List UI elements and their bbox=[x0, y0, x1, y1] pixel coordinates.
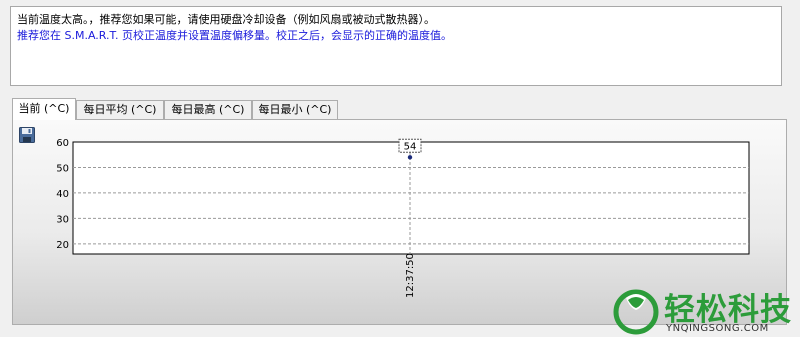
watermark-url: YNQINGSONG.COM bbox=[666, 323, 769, 334]
tab-daily-max[interactable]: 每日最高 (^C) bbox=[164, 100, 252, 119]
y-tick-label: 50 bbox=[56, 163, 69, 174]
leaf-logo-icon bbox=[613, 289, 659, 335]
tab-daily-average[interactable]: 每日平均 (^C) bbox=[76, 100, 164, 119]
watermark-logo: 轻松科技 YNQINGSONG.COM bbox=[612, 288, 800, 337]
x-tick-label: 12:37:50 bbox=[405, 253, 416, 298]
warning-message-box: 当前温度太高。，推荐您如果可能，请使用硬盘冷却设备（例如风扇或被动式散热器）。 … bbox=[10, 6, 782, 86]
y-tick-label: 40 bbox=[56, 189, 69, 200]
warning-line-calibration: 推荐您在 S.M.A.R.T. 页校正温度并设置温度偏移量。校正之后，会显示的正… bbox=[17, 29, 452, 42]
warning-line-temperature: 当前温度太高。，推荐您如果可能，请使用硬盘冷却设备（例如风扇或被动式散热器）。 bbox=[17, 13, 435, 26]
y-tick-label: 60 bbox=[56, 138, 69, 149]
tab-current[interactable]: 当前 (^C) bbox=[12, 98, 76, 120]
data-label: 54 bbox=[404, 141, 417, 152]
tab-daily-min[interactable]: 每日最小 (^C) bbox=[252, 100, 338, 119]
y-tick-label: 30 bbox=[56, 214, 69, 225]
data-point bbox=[407, 155, 413, 160]
y-tick-label: 20 bbox=[56, 240, 69, 251]
